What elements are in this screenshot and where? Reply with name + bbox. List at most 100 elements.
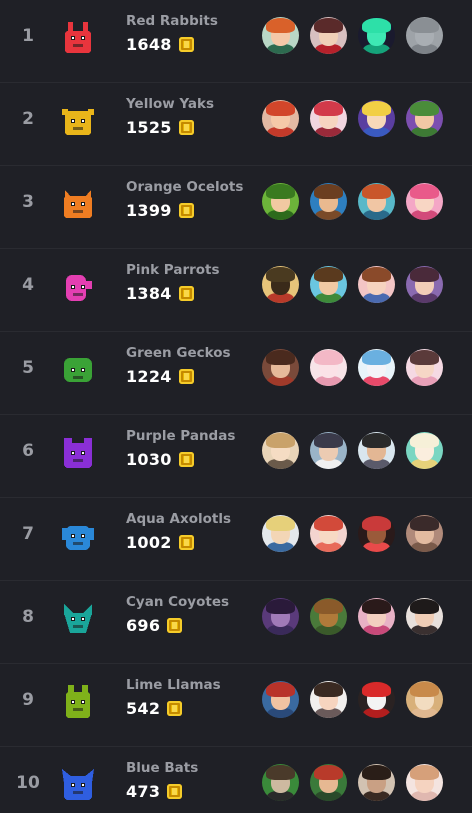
leaderboard-row[interactable]: 10 Blue Bats 473: [0, 747, 472, 813]
rank-number: 2: [22, 109, 34, 129]
avatar-icon[interactable]: [262, 432, 299, 469]
team-score: 696: [126, 616, 161, 635]
avatar-icon[interactable]: [406, 432, 443, 469]
avatar-icon[interactable]: [406, 515, 443, 552]
avatar-icon[interactable]: [262, 183, 299, 220]
team-name: Yellow Yaks: [126, 96, 215, 112]
team-score-group: 1525: [126, 118, 194, 137]
avatar-icon[interactable]: [406, 266, 443, 303]
team-name: Pink Parrots: [126, 262, 220, 278]
rank-number: 6: [22, 441, 34, 461]
avatar-icon[interactable]: [358, 515, 395, 552]
team-score: 1384: [126, 284, 172, 303]
leaderboard-row[interactable]: 2 Yellow Yaks 1525: [0, 83, 472, 166]
team-score: 1525: [126, 118, 172, 137]
leaderboard-row[interactable]: 7 Aqua Axolotls 1002: [0, 498, 472, 581]
avatar-icon[interactable]: [262, 266, 299, 303]
avatar-icon[interactable]: [406, 764, 443, 801]
avatar-icon[interactable]: [262, 17, 299, 54]
coin-icon: [178, 203, 194, 218]
avatar-icon[interactable]: [406, 349, 443, 386]
avatar-icon[interactable]: [310, 681, 347, 718]
avatar-icon[interactable]: [262, 681, 299, 718]
team-name: Lime Llamas: [126, 677, 221, 693]
avatar-icon[interactable]: [406, 681, 443, 718]
team-members: [262, 349, 443, 386]
leaderboard-row[interactable]: 1 Red Rabbits 1648: [0, 0, 472, 83]
team-score-group: 1224: [126, 367, 194, 386]
avatar-icon[interactable]: [358, 764, 395, 801]
team-name: Cyan Coyotes: [126, 594, 230, 610]
coin-icon: [178, 369, 194, 384]
team-name: Green Geckos: [126, 345, 231, 361]
team-score: 1030: [126, 450, 172, 469]
avatar-icon[interactable]: [310, 598, 347, 635]
team-name: Orange Ocelots: [126, 179, 244, 195]
avatar-icon[interactable]: [310, 100, 347, 137]
avatar-icon[interactable]: [262, 598, 299, 635]
coin-icon: [178, 120, 194, 135]
avatar-icon[interactable]: [358, 100, 395, 137]
avatar-icon[interactable]: [358, 183, 395, 220]
avatar-icon[interactable]: [358, 349, 395, 386]
avatar-icon[interactable]: [310, 764, 347, 801]
team-members: [262, 598, 443, 635]
coin-icon: [167, 701, 183, 716]
rank-number: 4: [22, 275, 34, 295]
team-members: [262, 100, 443, 137]
coyote-icon: [60, 601, 96, 637]
team-members: [262, 183, 443, 220]
avatar-icon[interactable]: [358, 17, 395, 54]
rank-number: 3: [22, 192, 34, 212]
leaderboard-row[interactable]: 8 Cyan Coyotes 696: [0, 581, 472, 664]
team-score: 1002: [126, 533, 172, 552]
leaderboard: 1 Red Rabbits 1648 2 Yellow Yaks 1525 3 …: [0, 0, 472, 813]
team-members: [262, 432, 443, 469]
team-members: [262, 681, 443, 718]
avatar-icon[interactable]: [406, 598, 443, 635]
leaderboard-row[interactable]: 9 Lime Llamas 542: [0, 664, 472, 747]
avatar-icon[interactable]: [310, 515, 347, 552]
team-name: Aqua Axolotls: [126, 511, 231, 527]
leaderboard-row[interactable]: 6 Purple Pandas 1030: [0, 415, 472, 498]
team-score-group: 1384: [126, 284, 194, 303]
coin-icon: [167, 784, 183, 799]
team-name: Red Rabbits: [126, 13, 218, 29]
avatar-icon[interactable]: [310, 432, 347, 469]
leaderboard-row[interactable]: 4 Pink Parrots 1384: [0, 249, 472, 332]
team-score-group: 542: [126, 699, 183, 718]
team-score-group: 473: [126, 782, 183, 801]
rank-number: 1: [22, 26, 34, 46]
rank-number: 10: [16, 773, 40, 793]
team-score-group: 1648: [126, 35, 194, 54]
rank-number: 7: [22, 524, 34, 544]
team-score-group: 1002: [126, 533, 194, 552]
avatar-icon[interactable]: [406, 183, 443, 220]
avatar-icon[interactable]: [310, 349, 347, 386]
avatar-icon[interactable]: [358, 681, 395, 718]
avatar-icon[interactable]: [358, 432, 395, 469]
avatar-icon[interactable]: [358, 598, 395, 635]
avatar-icon[interactable]: [262, 349, 299, 386]
avatar-icon[interactable]: [262, 100, 299, 137]
avatar-icon[interactable]: [310, 183, 347, 220]
avatar-icon[interactable]: [310, 266, 347, 303]
avatar-icon[interactable]: [262, 515, 299, 552]
avatar-icon[interactable]: [406, 17, 443, 54]
avatar-icon[interactable]: [262, 764, 299, 801]
avatar-icon[interactable]: [406, 100, 443, 137]
leaderboard-row[interactable]: 3 Orange Ocelots 1399: [0, 166, 472, 249]
team-name: Purple Pandas: [126, 428, 236, 444]
team-score: 542: [126, 699, 161, 718]
coin-icon: [178, 286, 194, 301]
gecko-icon: [60, 352, 96, 388]
team-members: [262, 17, 443, 54]
rank-number: 5: [22, 358, 34, 378]
rank-number: 8: [22, 607, 34, 627]
avatar-icon[interactable]: [310, 17, 347, 54]
llama-icon: [60, 684, 96, 720]
bat-icon: [60, 767, 96, 803]
team-members: [262, 515, 443, 552]
avatar-icon[interactable]: [358, 266, 395, 303]
leaderboard-row[interactable]: 5 Green Geckos 1224: [0, 332, 472, 415]
